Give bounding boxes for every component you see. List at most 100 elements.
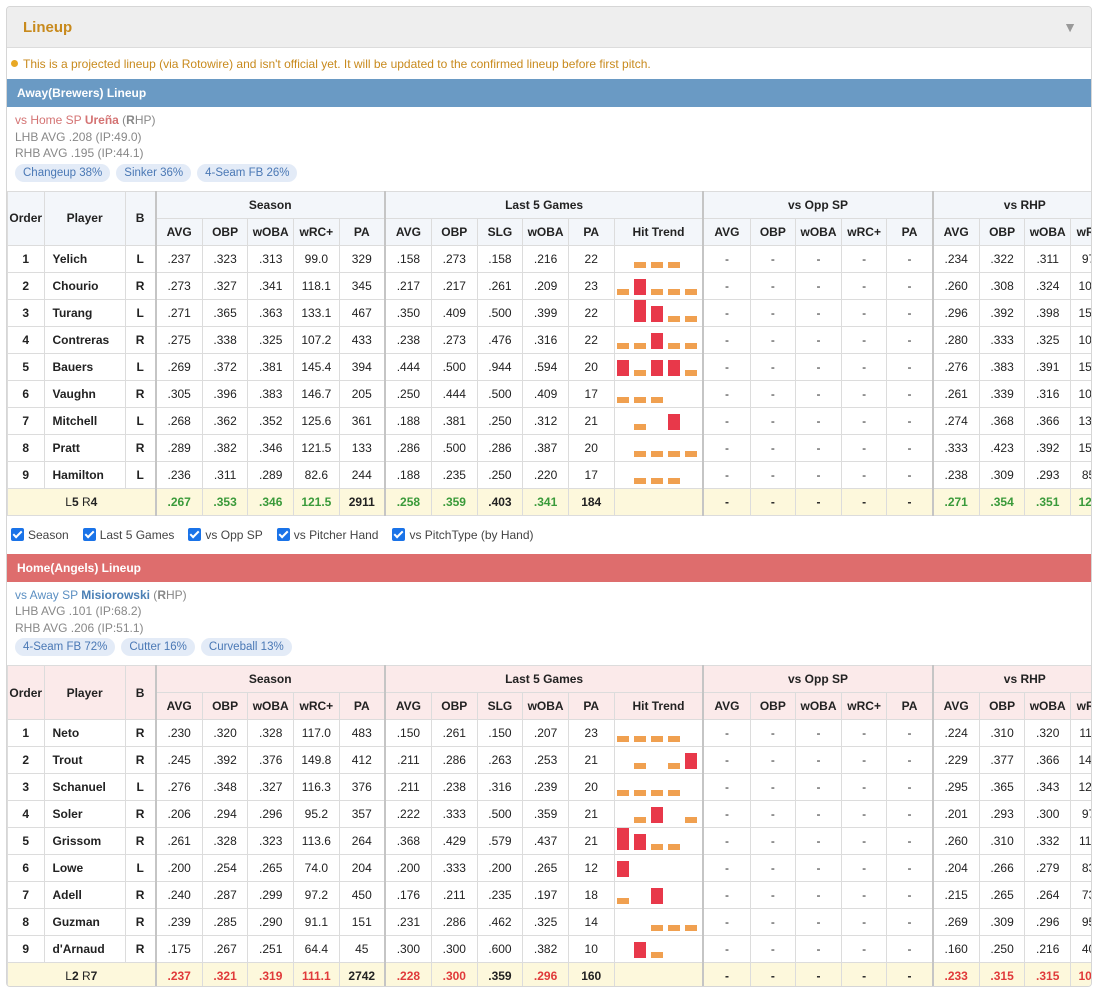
player-name[interactable]: Guzman: [43, 908, 126, 936]
table-row[interactable]: 7 Adell R .240.287.299 97.2 450.176.211.235.1…: [7, 881, 1091, 909]
pitch-pill[interactable]: Cutter 16%: [121, 638, 195, 656]
col-season[interactable]: AVG: [154, 217, 203, 246]
player-name[interactable]: Contreras: [43, 325, 126, 354]
checkbox-checked-icon[interactable]: [82, 528, 96, 541]
table-row[interactable]: 8 Guzman R .239.285.290 91.1 151.231.286.462.…: [7, 908, 1091, 936]
table-row[interactable]: 8 Pratt R .289.382.346 121.5 133.286.500.286.…: [7, 433, 1091, 462]
player-name[interactable]: Trout: [43, 746, 126, 774]
checkbox-checked-icon[interactable]: [276, 528, 290, 541]
toggle-season[interactable]: Season: [11, 528, 69, 542]
col-last5[interactable]: OBP: [430, 217, 478, 246]
col-last5[interactable]: SLG: [476, 692, 524, 720]
pitch-pill[interactable]: Sinker 36%: [116, 163, 192, 182]
col-vs_sp[interactable]: wRC+: [840, 217, 888, 246]
player-name[interactable]: Yelich: [43, 244, 126, 273]
col-vs_sp[interactable]: wOBA: [795, 217, 842, 246]
col-bats[interactable]: B: [124, 190, 157, 246]
col-season[interactable]: AVG: [154, 692, 203, 720]
checkbox-checked-icon[interactable]: [11, 528, 24, 541]
col-bats[interactable]: B: [124, 665, 157, 720]
player-name[interactable]: Adell: [43, 881, 126, 909]
col-vs_hand[interactable]: OBP: [978, 217, 1026, 246]
col-season[interactable]: wOBA: [247, 692, 295, 720]
col-season[interactable]: OBP: [201, 217, 249, 246]
player-name[interactable]: Lowe: [43, 854, 126, 882]
table-row[interactable]: 3 Turang L .271.365.363 133.1 467.350.409.500…: [7, 298, 1091, 327]
col-last5[interactable]: PA: [567, 217, 615, 246]
table-row[interactable]: 3 Schanuel L .276.348.327 116.3 376.211.238.3…: [7, 773, 1091, 801]
col-vs_sp[interactable]: OBP: [749, 692, 797, 720]
col-season[interactable]: OBP: [201, 692, 249, 720]
player-name[interactable]: Grissom: [43, 827, 126, 855]
col-order[interactable]: Order: [7, 190, 45, 246]
col-last5[interactable]: PA: [567, 692, 615, 720]
col-vs_sp[interactable]: AVG: [702, 217, 751, 246]
col-last5[interactable]: SLG: [476, 217, 524, 246]
col-season[interactable]: wRC+: [293, 692, 340, 720]
player-name[interactable]: Soler: [43, 800, 126, 828]
table-row[interactable]: 2 Chourio R .273.327.341 118.1 345.217.217.26…: [7, 271, 1091, 300]
col-season[interactable]: wOBA: [247, 217, 295, 246]
triangle-down-icon[interactable]: ▼: [1063, 19, 1077, 35]
toggle-vs-pitcher-hand[interactable]: vs Pitcher Hand: [276, 528, 378, 542]
col-vs_sp[interactable]: wOBA: [795, 692, 842, 720]
col-last5[interactable]: OBP: [430, 692, 478, 720]
col-last5[interactable]: AVG: [383, 217, 432, 246]
col-order[interactable]: Order: [7, 665, 45, 720]
table-row[interactable]: 9 d'Arnaud R .175.267.251 64.4 45.300.300.600…: [7, 935, 1091, 963]
pitch-pill[interactable]: Changeup 38%: [15, 163, 111, 182]
pitch-pill[interactable]: 4-Seam FB 26%: [197, 163, 298, 182]
col-season[interactable]: wRC+: [293, 217, 340, 246]
col-last5[interactable]: AVG: [383, 692, 432, 720]
table-row[interactable]: 1 Yelich L .237.323.313 99.0 329.158.273.158.…: [7, 244, 1091, 273]
table-row[interactable]: 5 Grissom R .261.328.323 113.6 264.368.429.57…: [7, 827, 1091, 855]
toggle-vs-opp-sp[interactable]: vs Opp SP: [188, 528, 263, 542]
table-row[interactable]: 1 Neto R .230.320.328 117.0 483.150.261.150.2…: [7, 719, 1091, 747]
player-name[interactable]: Mitchell: [43, 406, 126, 435]
col-vs_hand[interactable]: wOBA: [1024, 217, 1072, 246]
player-name[interactable]: Hamilton: [43, 460, 126, 489]
col-vs_sp[interactable]: OBP: [749, 217, 797, 246]
col-vs_sp[interactable]: PA: [886, 692, 934, 720]
home-sp-name[interactable]: Misiorowski: [81, 588, 150, 602]
col-vs_hand[interactable]: wRC+: [1070, 692, 1091, 720]
player-name[interactable]: d'Arnaud: [43, 935, 126, 963]
col-vs_hand[interactable]: wRC+: [1070, 217, 1091, 246]
table-row[interactable]: 9 Hamilton L .236.311.289 82.6 244.188.235.25…: [7, 460, 1091, 489]
table-row[interactable]: 4 Soler R .206.294.296 95.2 357.222.333.500.3…: [7, 800, 1091, 828]
toggle-last5[interactable]: Last 5 Games: [82, 528, 174, 542]
player-name[interactable]: Chourio: [43, 271, 126, 300]
col-last5[interactable]: Hit Trend: [613, 217, 704, 246]
player-name[interactable]: Neto: [43, 719, 126, 747]
player-name[interactable]: Pratt: [43, 433, 126, 462]
player-name[interactable]: Vaughn: [43, 379, 126, 408]
player-name[interactable]: Turang: [43, 298, 126, 327]
table-row[interactable]: 6 Lowe L .200.254.265 74.0 204.200.333.200.26…: [7, 854, 1091, 882]
col-season[interactable]: PA: [338, 692, 386, 720]
col-vs_sp[interactable]: wRC+: [840, 692, 888, 720]
col-player[interactable]: Player: [43, 665, 126, 720]
table-row[interactable]: 4 Contreras R .275.338.325 107.2 433.238.273.…: [7, 325, 1091, 354]
lineup-header[interactable]: Lineup ▼: [7, 7, 1091, 48]
player-name[interactable]: Schanuel: [43, 773, 126, 801]
pitch-pill[interactable]: Curveball 13%: [200, 638, 292, 656]
col-season[interactable]: PA: [338, 217, 386, 246]
col-vs_sp[interactable]: AVG: [702, 692, 751, 720]
col-last5[interactable]: wOBA: [522, 217, 569, 246]
table-row[interactable]: 7 Mitchell L .268.362.352 125.6 361.188.381.2…: [7, 406, 1091, 435]
col-last5[interactable]: wOBA: [522, 692, 569, 720]
col-player[interactable]: Player: [43, 190, 126, 246]
checkbox-checked-icon[interactable]: [392, 528, 406, 541]
table-row[interactable]: 6 Vaughn R .305.396.383 146.7 205.250.444.500…: [7, 379, 1091, 408]
table-row[interactable]: 2 Trout R .245.392.376 149.8 412.211.286.263.…: [7, 746, 1091, 774]
col-vs_hand[interactable]: AVG: [931, 217, 980, 246]
player-name[interactable]: Bauers: [43, 352, 126, 381]
table-row[interactable]: 5 Bauers L .269.372.381 145.4 394.444.500.944…: [7, 352, 1091, 381]
col-vs_sp[interactable]: PA: [886, 217, 934, 246]
checkbox-checked-icon[interactable]: [188, 528, 202, 541]
col-vs_hand[interactable]: OBP: [978, 692, 1026, 720]
col-last5[interactable]: Hit Trend: [613, 692, 704, 720]
col-vs_hand[interactable]: AVG: [931, 692, 980, 720]
col-vs_hand[interactable]: wOBA: [1024, 692, 1072, 720]
away-sp-name[interactable]: Ureña: [85, 113, 119, 127]
